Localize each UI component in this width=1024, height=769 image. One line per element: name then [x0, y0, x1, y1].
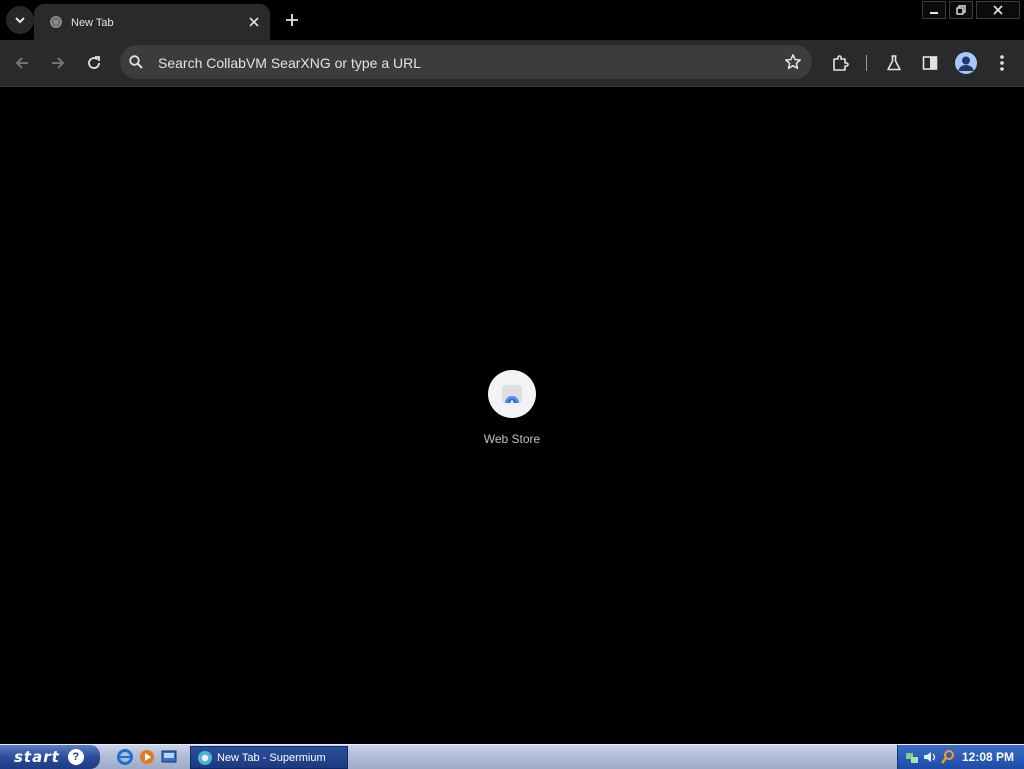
back-button[interactable] [8, 49, 36, 77]
forward-button[interactable] [44, 49, 72, 77]
profile-avatar[interactable] [955, 52, 977, 74]
start-label: start [14, 748, 60, 766]
search-icon [129, 55, 143, 69]
start-button[interactable]: start ? [0, 745, 100, 769]
new-tab-page: Web Store [0, 87, 1024, 744]
network-icon[interactable] [904, 749, 920, 765]
menu-button[interactable] [988, 49, 1016, 77]
tab-close-button[interactable] [244, 12, 264, 32]
arrow-left-icon [15, 57, 28, 69]
internet-explorer-icon[interactable] [116, 748, 134, 766]
shortcut-icon-circle [488, 370, 536, 418]
tab-new-tab[interactable]: New Tab [34, 4, 270, 40]
person-icon [958, 56, 974, 71]
globe-icon [50, 16, 62, 28]
tab-strip: New Tab [0, 0, 1024, 40]
flask-icon [887, 55, 901, 71]
shortcut-web-store[interactable]: Web Store [472, 370, 552, 450]
reload-icon [88, 56, 100, 69]
webstore-icon [502, 385, 522, 404]
show-desktop-icon[interactable] [160, 748, 178, 766]
minimize-button[interactable] [922, 1, 946, 19]
tab-title: New Tab [71, 17, 114, 29]
browser-toolbar [0, 40, 1024, 87]
help-icon: ? [67, 749, 84, 765]
extensions-button[interactable] [826, 49, 854, 77]
plus-icon [286, 14, 298, 26]
new-tab-button[interactable] [280, 8, 304, 32]
minimize-icon [930, 12, 938, 14]
restore-button[interactable] [949, 1, 973, 19]
media-player-icon[interactable] [138, 748, 156, 766]
address-input[interactable] [156, 52, 760, 74]
search-tray-icon[interactable] [940, 749, 956, 765]
volume-icon[interactable] [922, 749, 938, 765]
close-icon [993, 5, 1003, 15]
puzzle-icon [833, 55, 849, 71]
reload-button[interactable] [80, 49, 108, 77]
toolbar-divider [866, 55, 867, 71]
task-button-browser[interactable]: New Tab - Supermium [190, 746, 348, 769]
restore-icon [956, 5, 966, 15]
side-panel-button[interactable] [916, 49, 944, 77]
omnibox[interactable] [120, 45, 812, 79]
clock: 12:08 PM [961, 750, 1014, 764]
taskbar: start ? New Tab - Supermium 12:08 PM [0, 744, 1024, 769]
task-button-label: New Tab - Supermium [217, 751, 326, 764]
system-tray: 12:08 PM [897, 745, 1024, 769]
labs-button[interactable] [880, 49, 908, 77]
close-window-button[interactable] [976, 1, 1020, 19]
more-vert-icon [1000, 55, 1004, 71]
window-controls [922, 1, 1020, 19]
arrow-right-icon [52, 57, 65, 69]
shortcut-label: Web Store [483, 432, 541, 446]
chevron-down-icon [15, 17, 25, 24]
browser-app-icon [198, 750, 212, 765]
tab-search-button[interactable] [6, 6, 34, 34]
bookmark-star-icon[interactable] [784, 53, 802, 71]
close-icon [249, 17, 259, 27]
side-panel-icon [922, 56, 938, 70]
